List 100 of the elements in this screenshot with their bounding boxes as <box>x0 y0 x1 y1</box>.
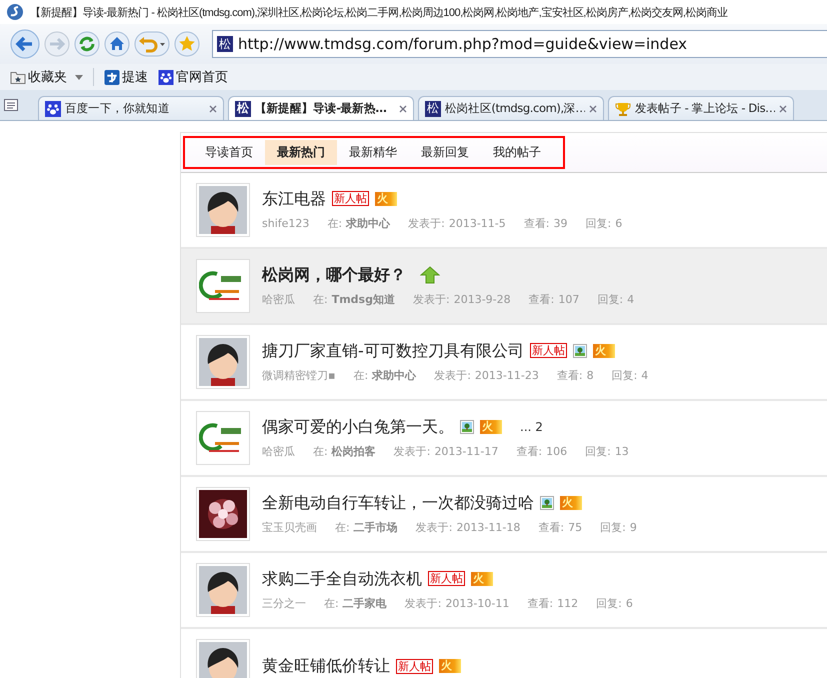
meta-label: 发表于: <box>416 520 452 534</box>
favorites-button[interactable]: 收藏夹 <box>10 68 83 86</box>
browser-tab[interactable]: 松 【新提醒】导读-最新热… <box>228 96 414 120</box>
bookmark-link[interactable]: 提速 <box>104 68 148 86</box>
meta-label: 发表于: <box>404 596 442 610</box>
meta-value: 9 <box>630 520 637 534</box>
meta-label: 查看: <box>528 292 554 306</box>
meta-value: Tmdsg知道 <box>332 292 395 306</box>
meta-value: 4 <box>627 292 634 306</box>
close-icon[interactable] <box>399 104 407 112</box>
hot-badge: 火 <box>480 420 502 434</box>
close-icon[interactable] <box>209 104 217 112</box>
thread-title[interactable]: 搪刀厂家直销-可可数控刀具有限公司 <box>262 342 524 360</box>
meta-label: 在: <box>327 216 342 230</box>
meta-label: 在: <box>353 368 368 382</box>
hot-badge: 火 <box>375 192 397 206</box>
meta-label: 在: <box>335 520 350 534</box>
trophy-icon <box>615 100 631 116</box>
close-icon[interactable] <box>589 104 597 112</box>
meta-value: 6 <box>626 596 633 610</box>
meta-value: 松岗拍客 <box>332 444 376 458</box>
browser-logo-icon <box>6 3 24 21</box>
meta-label: 查看: <box>538 520 564 534</box>
up-arrow-icon <box>420 266 440 284</box>
meta-label: 查看: <box>516 444 542 458</box>
meta-value: 二手家电 <box>342 596 387 610</box>
meta-value: 112 <box>557 596 578 610</box>
new-post-badge: 新人帖 <box>332 191 369 206</box>
thread-title[interactable]: 偶家可爱的小白兔第一天。 <box>262 418 454 436</box>
hot-badge: 火 <box>471 572 493 586</box>
meta-label: 在: <box>313 444 328 458</box>
caret-icon <box>75 74 83 80</box>
meta-label: 在: <box>324 596 339 610</box>
hot-badge: 火 <box>560 496 582 510</box>
hot-badge: 火 <box>439 659 461 673</box>
folder-star-icon <box>10 70 26 84</box>
meta-value: 75 <box>568 520 582 534</box>
nav-tab[interactable]: 导读首页 <box>193 140 265 165</box>
meta-label: 在: <box>313 292 328 306</box>
thread-title[interactable]: 松岗网，哪个最好？ <box>262 266 406 284</box>
browser-tab[interactable]: 发表帖子 - 掌上论坛 - Dis… <box>608 96 794 120</box>
image-icon <box>572 344 587 358</box>
meta-label: 回复: <box>597 292 624 306</box>
meta-value: 求助中心 <box>372 368 416 382</box>
site-icon: 松 <box>217 36 233 52</box>
undo-icon[interactable] <box>134 31 170 57</box>
meta-value: 2013-11-17 <box>434 444 498 458</box>
site-icon: 松 <box>425 100 441 116</box>
meta-value: 2013-11-5 <box>448 216 506 230</box>
meta-value: 107 <box>558 292 580 306</box>
meta-value: 2013-11-23 <box>474 368 539 382</box>
meta-label: 发表于: <box>434 368 471 382</box>
thread-title[interactable]: 东江电器 <box>262 190 326 208</box>
paw-icon <box>45 100 61 116</box>
meta-label: 回复: <box>600 520 626 534</box>
meta-value: 2013-11-18 <box>456 520 520 534</box>
meta-value: 6 <box>615 216 622 230</box>
meta-label: 回复: <box>596 596 622 610</box>
meta-label: 发表于: <box>394 444 430 458</box>
thread-title[interactable]: 求购二手全自动洗衣机 <box>262 570 422 588</box>
nav-tab[interactable]: 最新精华 <box>337 140 409 165</box>
window-title: 【新提醒】导读-最新热门 - 松岗社区(tmdsg.com),深圳社区,松岗论坛,松岗二手网,松岗周边100,松岗网,松岗地产,宝安社区,松岗房产,松岗交友网,松岗商业 <box>30 6 728 20</box>
meta-value: 4 <box>641 368 648 382</box>
meta-value: 106 <box>546 444 568 458</box>
image-icon <box>540 496 554 510</box>
meta-value: 2013-9-28 <box>454 292 511 306</box>
refresh-icon[interactable] <box>74 31 100 57</box>
meta-value: 2013-10-11 <box>445 596 510 610</box>
meta-value: 39 <box>554 216 568 230</box>
home-icon[interactable] <box>104 31 130 57</box>
browser-tab[interactable]: 松 松岗社区(tmdsg.com),深… <box>418 96 604 120</box>
new-post-badge: 新人帖 <box>396 658 433 674</box>
nav-tab[interactable]: 我的帖子 <box>481 140 553 165</box>
new-post-badge: 新人帖 <box>530 343 567 358</box>
image-icon <box>460 420 474 434</box>
thread-title[interactable]: 黄金旺铺低价转让 <box>262 657 390 675</box>
meta-value: 求助中心 <box>346 216 390 230</box>
meta-label: 回复: <box>586 216 612 230</box>
meta-value: 二手市场 <box>354 520 398 534</box>
page-link[interactable]: ... 2 <box>520 420 543 434</box>
url-text: http://www.tmdsg.com/forum.php?mod=guide&view=index <box>238 35 688 53</box>
address-field[interactable]: 松 http://www.tmdsg.com/forum.php?mod=guide&view=index <box>212 30 827 58</box>
hot-badge: 火 <box>592 344 615 358</box>
meta-label: 查看: <box>527 596 554 610</box>
back-icon[interactable] <box>10 29 40 59</box>
nav-tab[interactable]: 最新回复 <box>409 140 481 165</box>
new-post-badge: 新人帖 <box>428 571 465 586</box>
paw-icon <box>158 70 174 84</box>
nav-tab[interactable]: 最新热门 <box>265 140 337 165</box>
meta-value: 8 <box>586 368 594 382</box>
bookmark-link[interactable]: 官网首页 <box>158 68 228 86</box>
close-icon[interactable] <box>779 104 787 112</box>
site-icon: 松 <box>235 100 251 116</box>
meta-label: 查看: <box>556 368 583 382</box>
browser-tab[interactable]: 百度一下，你就知道 <box>38 96 224 120</box>
meta-label: 回复: <box>585 444 611 458</box>
swirl-icon <box>104 70 120 84</box>
thread-title[interactable]: 全新电动自行车转让，一次都没骑过哈 <box>262 494 534 512</box>
meta-label: 回复: <box>612 368 638 382</box>
tab-list-icon[interactable] <box>4 99 18 111</box>
